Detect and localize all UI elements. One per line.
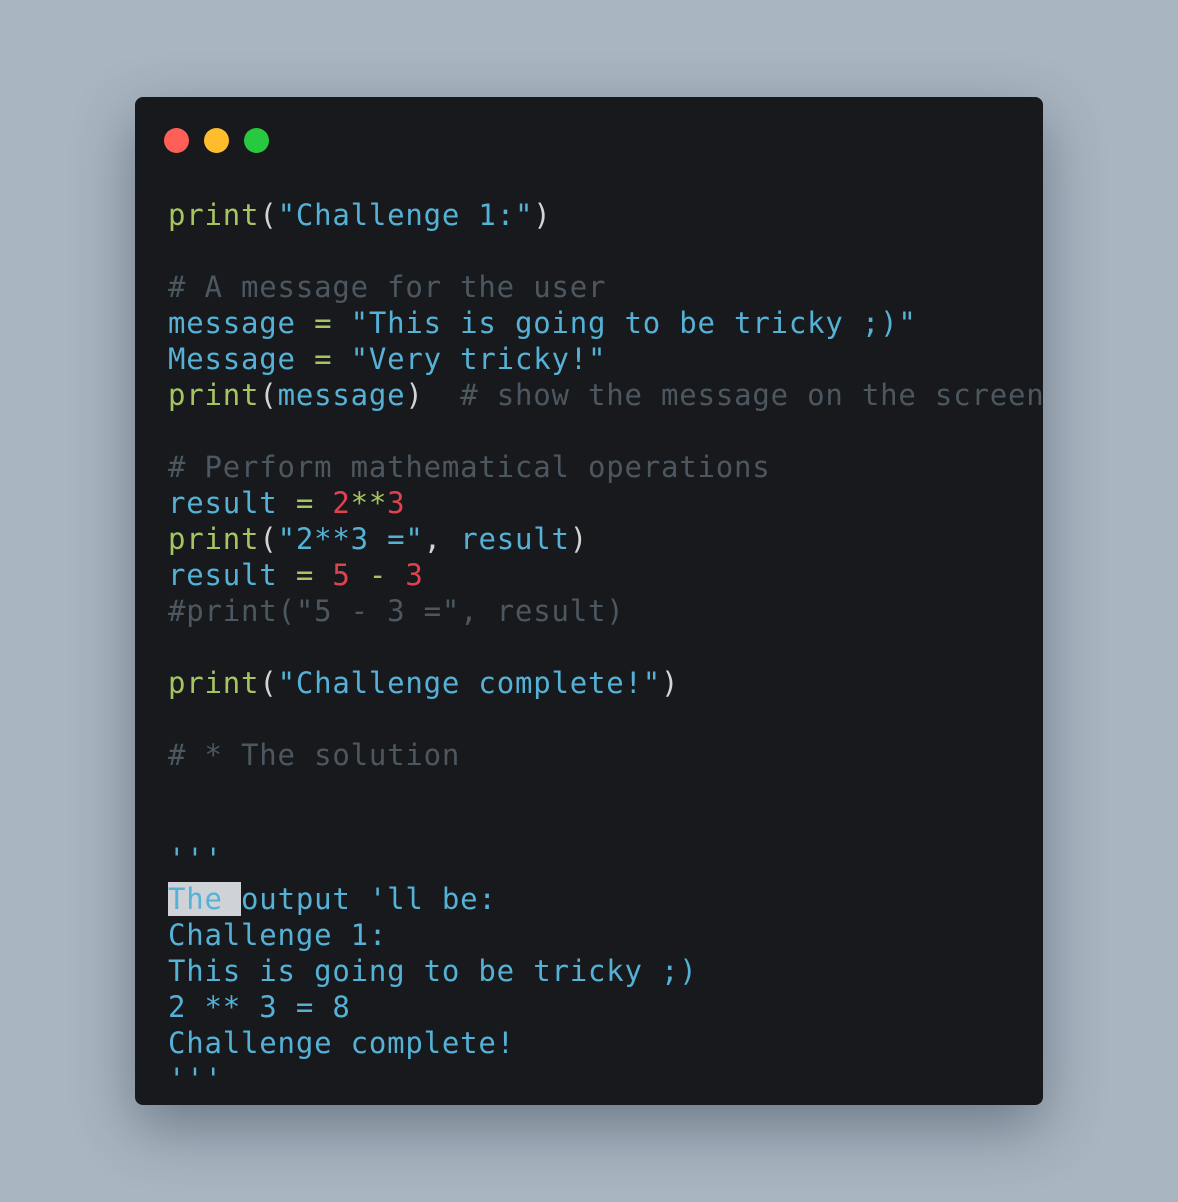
- code-line-25: ''': [168, 1061, 1043, 1097]
- string-literal: "Very tricky!": [350, 342, 607, 376]
- print-keyword: print: [168, 666, 260, 700]
- code-line-1: print("Challenge 1:"): [168, 197, 1043, 233]
- comma: ,: [423, 522, 461, 556]
- code-line-23: 2 ** 3 = 8: [168, 989, 1043, 1025]
- operator: **: [350, 486, 388, 520]
- code-line-12: #print("5 - 3 =", result): [168, 593, 1043, 629]
- number-literal: 3: [387, 486, 406, 520]
- operator: =: [277, 486, 333, 520]
- operator: =: [295, 342, 351, 376]
- docstring-text: This is going to be tricky ;): [168, 954, 698, 988]
- paren-open: (: [259, 198, 278, 232]
- paren-close: ): [405, 378, 424, 412]
- code-line-22: This is going to be tricky ;): [168, 953, 1043, 989]
- code-block: print("Challenge 1:") # A message for the…: [168, 197, 1043, 1097]
- code-line-3: # A message for the user: [168, 269, 1043, 305]
- number-literal: 3: [405, 558, 424, 592]
- string-literal: "Challenge complete!": [277, 666, 662, 700]
- print-keyword: print: [168, 198, 260, 232]
- variable: message: [168, 306, 296, 340]
- comment: #print("5 - 3 =", result): [168, 594, 625, 628]
- number-literal: 5: [332, 558, 351, 592]
- comment: # Perform mathematical operations: [168, 450, 771, 484]
- string-literal: "2**3 =": [277, 522, 424, 556]
- code-window: print("Challenge 1:") # A message for the…: [135, 97, 1043, 1105]
- code-line-21: Challenge 1:: [168, 917, 1043, 953]
- argument: message: [277, 378, 406, 412]
- string-literal: "This is going to be tricky ;)": [350, 306, 917, 340]
- code-line-6: print(message) # show the message on the…: [168, 377, 1043, 413]
- code-line-10: print("2**3 =", result): [168, 521, 1043, 557]
- docstring-text: 2 ** 3 = 8: [168, 990, 351, 1024]
- variable: Message: [168, 342, 296, 376]
- comment: # A message for the user: [168, 270, 607, 304]
- paren-close: ): [661, 666, 680, 700]
- code-line-19: ''': [168, 841, 1043, 877]
- operator: -: [350, 558, 406, 592]
- paren-open: (: [259, 666, 278, 700]
- docstring-delimiter: ''': [168, 842, 223, 876]
- code-line-9: result = 2**3: [168, 485, 1043, 521]
- comment: # show the message on the screen: [423, 378, 1043, 412]
- docstring-text: Challenge complete!: [168, 1026, 515, 1060]
- docstring-text: output 'll be:: [241, 882, 497, 916]
- variable: result: [168, 486, 278, 520]
- close-button[interactable]: [164, 128, 189, 153]
- code-line-16: # * The solution: [168, 737, 1043, 773]
- docstring-text: Challenge 1:: [168, 918, 388, 952]
- comment: # * The solution: [168, 738, 461, 772]
- minimize-button[interactable]: [204, 128, 229, 153]
- paren-open: (: [259, 378, 278, 412]
- print-keyword: print: [168, 522, 260, 556]
- string-literal: "Challenge 1:": [277, 198, 534, 232]
- text-selection[interactable]: The: [168, 882, 242, 916]
- code-line-8: # Perform mathematical operations: [168, 449, 1043, 485]
- code-line-5: Message = "Very tricky!": [168, 341, 1043, 377]
- code-line-14: print("Challenge complete!"): [168, 665, 1043, 701]
- maximize-button[interactable]: [244, 128, 269, 153]
- code-line-11: result = 5 - 3: [168, 557, 1043, 593]
- docstring-delimiter: ''': [168, 1062, 223, 1096]
- argument: result: [460, 522, 570, 556]
- paren-close: ): [569, 522, 589, 556]
- code-line-4: message = "This is going to be tricky ;)…: [168, 305, 1043, 341]
- operator: =: [277, 558, 333, 592]
- operator: =: [295, 306, 351, 340]
- variable: result: [168, 558, 278, 592]
- number-literal: 2: [332, 486, 351, 520]
- print-keyword: print: [168, 378, 260, 412]
- code-line-24: Challenge complete!: [168, 1025, 1043, 1061]
- paren-close: ): [533, 198, 552, 232]
- code-line-20: The output 'll be:: [168, 881, 1043, 917]
- paren-open: (: [259, 522, 278, 556]
